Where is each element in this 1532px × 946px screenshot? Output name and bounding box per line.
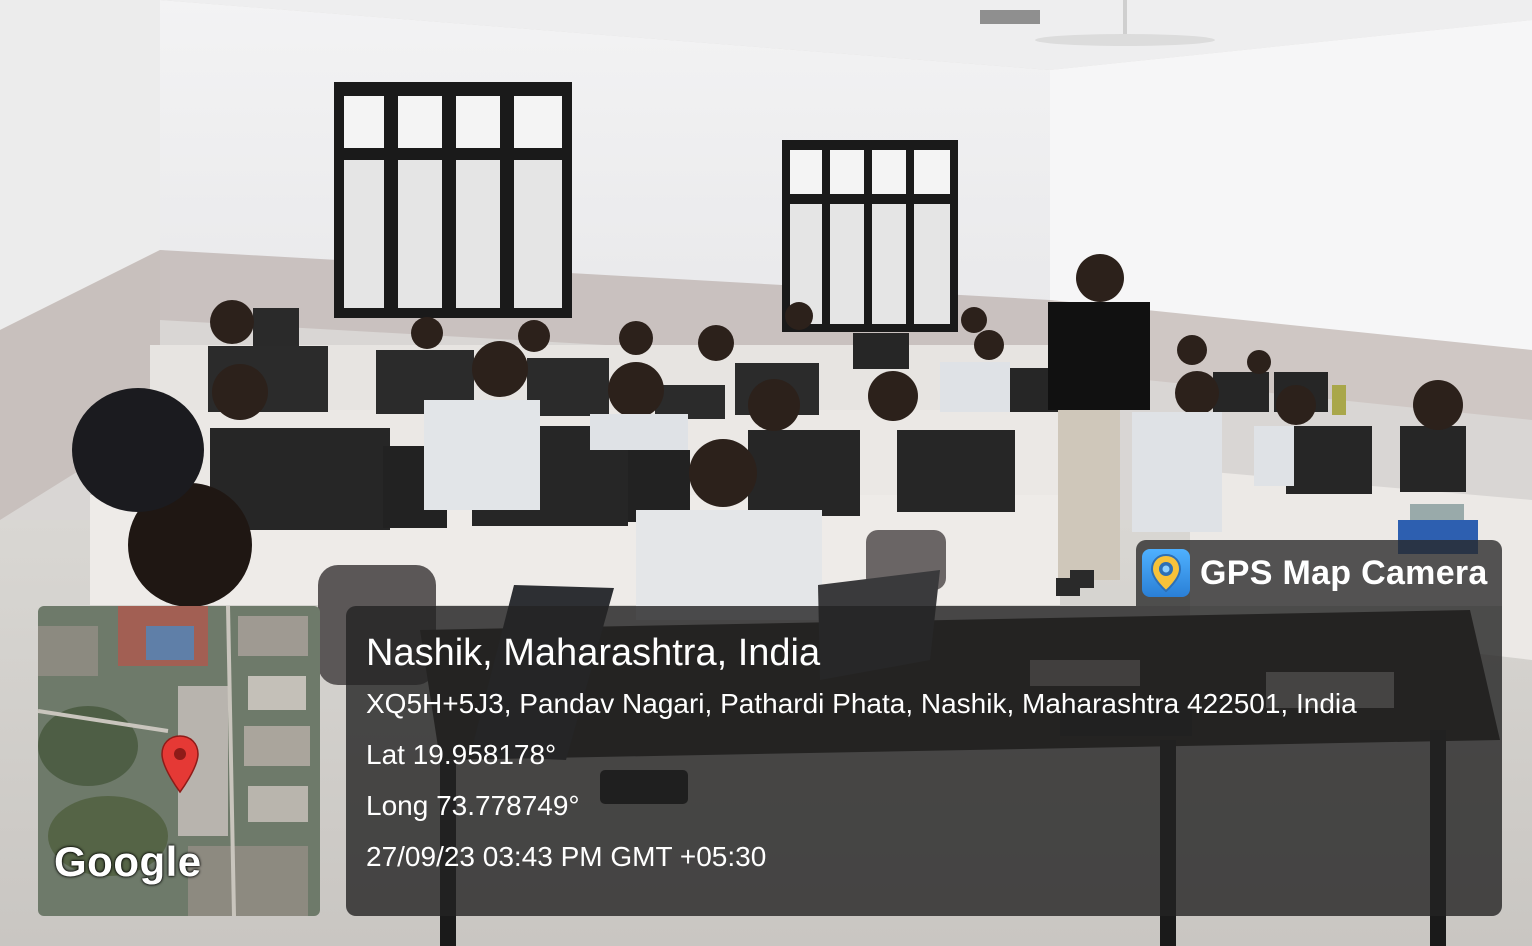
map-thumbnail: Google bbox=[38, 606, 320, 916]
gps-app-badge: GPS Map Camera bbox=[1136, 540, 1502, 606]
location-info-panel: Nashik, Maharashtra, India XQ5H+5J3, Pan… bbox=[346, 606, 1502, 916]
city-label: Nashik, Maharashtra, India bbox=[366, 632, 821, 674]
datetime-label: 27/09/23 03:43 PM GMT +05:30 bbox=[366, 841, 767, 872]
longitude-label: Long 73.778749° bbox=[366, 790, 580, 821]
latitude-label: Lat 19.958178° bbox=[366, 739, 557, 770]
address-label: XQ5H+5J3, Pandav Nagari, Pathardi Phata,… bbox=[366, 688, 1357, 719]
map-pin-camera-icon bbox=[1142, 549, 1190, 597]
map-marker-icon bbox=[161, 735, 199, 794]
app-name-label: GPS Map Camera bbox=[1200, 553, 1488, 592]
google-logo: Google bbox=[54, 838, 202, 885]
